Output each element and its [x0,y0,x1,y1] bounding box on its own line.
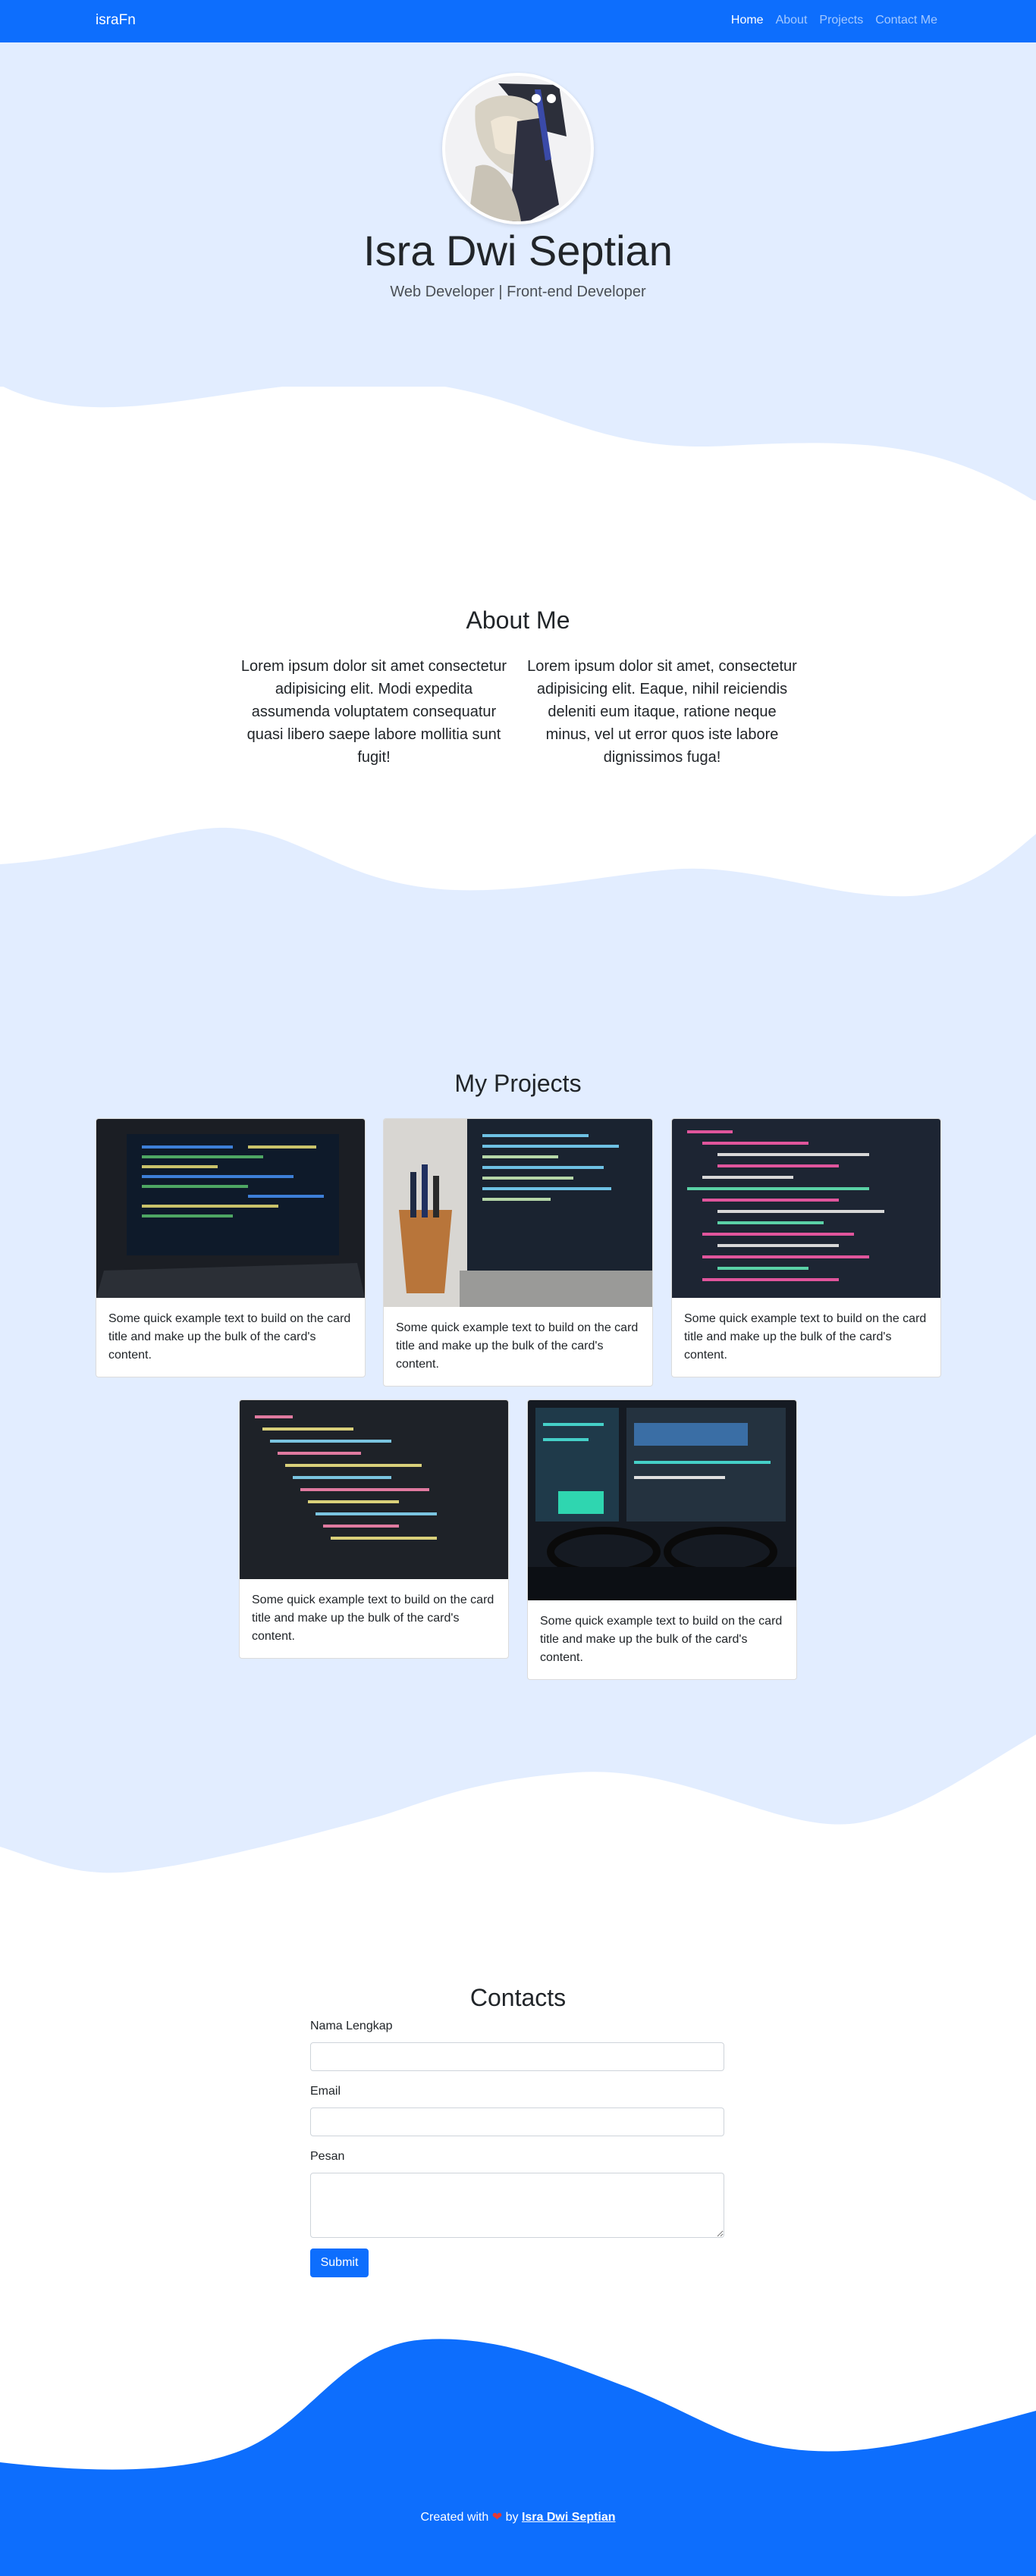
project-card[interactable]: Some quick example text to build on the … [527,1399,797,1680]
email-label: Email [310,2085,341,2098]
project-image [96,1119,365,1298]
about-column-right: Lorem ipsum dolor sit amet, consectetur … [527,658,797,766]
footer-wave [0,2339,1036,2576]
hero-name: Isra Dwi Septian [363,227,673,274]
nav-link-projects[interactable]: Projects [819,14,863,27]
name-field[interactable] [310,2042,724,2071]
footer-credit: Created with ❤ by Isra Dwi Septian [0,2509,1036,2524]
projects-wave-top [0,827,1036,932]
project-image [528,1400,796,1600]
email-field[interactable] [310,2107,724,2136]
card-text: Some quick example text to build on the … [108,1312,351,1362]
hero-subtitle: Web Developer | Front-end Developer [390,284,646,300]
nav-link-about[interactable]: About [776,14,808,27]
project-card[interactable]: Some quick example text to build on the … [96,1118,366,1377]
avatar [442,73,594,224]
project-card[interactable]: Some quick example text to build on the … [239,1399,509,1659]
navbar: israFn Home About Projects Contact Me [0,0,1036,42]
about-column-left: Lorem ipsum dolor sit amet consectetur a… [240,658,507,766]
project-card[interactable]: Some quick example text to build on the … [671,1118,941,1377]
heart-icon: ❤ [491,2511,503,2524]
hero-wave [0,364,1036,500]
nav-link-home[interactable]: Home [731,14,764,27]
card-text: Some quick example text to build on the … [684,1312,927,1362]
projects-title: My Projects [454,1070,582,1097]
contacts-title: Contacts [469,1984,567,2011]
card-text: Some quick example text to build on the … [540,1615,783,1664]
project-card[interactable]: Some quick example text to build on the … [383,1118,653,1387]
avatar-image [445,76,591,221]
submit-button[interactable]: Submit [310,2249,369,2277]
name-label: Nama Lengkap [310,2020,393,2032]
project-image [672,1119,940,1298]
navbar-brand[interactable]: israFn [96,12,136,29]
footer-prefix: Created with [420,2511,489,2524]
nav-link-contact[interactable]: Contact Me [875,14,937,27]
card-text: Some quick example text to build on the … [252,1594,494,1643]
project-image [240,1400,508,1579]
about-title: About Me [466,606,570,634]
message-label: Pesan [310,2150,345,2163]
footer-author-link[interactable]: Isra Dwi Septian [522,2511,616,2524]
projects-wave-bottom [0,1689,1036,1873]
message-field[interactable] [310,2173,724,2238]
nav-links: Home About Projects Contact Me [731,14,937,27]
footer-by: by [505,2511,519,2524]
card-text: Some quick example text to build on the … [396,1321,639,1371]
project-image [384,1119,652,1307]
